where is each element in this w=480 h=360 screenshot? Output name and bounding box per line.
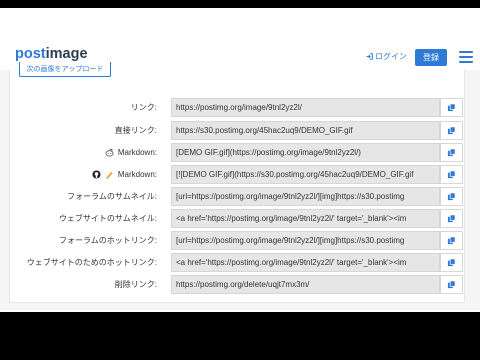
row-label: ウェブサイトのためのホットリンク: xyxy=(26,258,157,267)
markdown-reddit-field[interactable]: [DEMO GIF.gif](https://postimg.org/image… xyxy=(171,143,440,162)
row-label: 直接リンク: xyxy=(114,126,157,135)
copy-icon xyxy=(447,214,456,223)
copy-button[interactable] xyxy=(440,187,463,206)
bottom-black-bar xyxy=(0,312,480,360)
website-hotlink-field[interactable]: <a href='https://postimg.org/image/9tnl2… xyxy=(171,253,440,272)
row-label: フォーラムのサムネイル: xyxy=(67,192,157,201)
row-label: ウェブサイトのサムネイル: xyxy=(58,214,157,223)
logo[interactable]: postimage xyxy=(15,46,88,62)
copy-button[interactable] xyxy=(440,209,463,228)
copy-button[interactable] xyxy=(440,121,463,140)
markdown-github-row: Markdown: [![DEMO GIF.gif](https://s30.p… xyxy=(0,165,480,184)
copy-icon xyxy=(447,280,456,289)
copy-button[interactable] xyxy=(440,143,463,162)
copy-button[interactable] xyxy=(440,231,463,250)
copy-button[interactable] xyxy=(440,253,463,272)
register-button[interactable]: 登録 xyxy=(415,49,447,66)
website-thumbnail-row: ウェブサイトのサムネイル: <a href='https://postimg.o… xyxy=(0,209,480,228)
copy-button[interactable] xyxy=(440,165,463,184)
markdown-reddit-row: Markdown: [DEMO GIF.gif](https://postimg… xyxy=(0,143,480,162)
top-black-bar xyxy=(0,0,480,8)
hamburger-menu-icon[interactable] xyxy=(459,51,473,63)
forum-thumbnail-row: フォーラムのサムネイル: [url=https://postimg.org/im… xyxy=(0,187,480,206)
row-label: リンク: xyxy=(130,103,157,112)
copy-icon xyxy=(447,258,456,267)
link-row: リンク: https://postimg.org/image/9tnl2yz2l… xyxy=(0,98,480,117)
pen-icon xyxy=(106,171,113,179)
forum-hotlink-field[interactable]: [url=https://postimg.org/image/9tnl2yz2l… xyxy=(171,231,440,250)
row-label: フォーラムのホットリンク: xyxy=(59,236,157,245)
header xyxy=(0,8,480,46)
delete-link-row: 削除リンク: https://postimg.org/delete/uqjt7m… xyxy=(0,275,480,294)
logo-part2: image xyxy=(45,46,88,62)
forum-thumbnail-field[interactable]: [url=https://postimg.org/image/9tnl2yz2l… xyxy=(171,187,440,206)
login-label: ログイン xyxy=(375,52,407,61)
forum-hotlink-row: フォーラムのホットリンク: [url=https://postimg.org/i… xyxy=(0,231,480,250)
copy-icon xyxy=(447,148,456,157)
copy-icon xyxy=(447,170,456,179)
website-thumbnail-field[interactable]: <a href='https://postimg.org/image/9tnl2… xyxy=(171,209,440,228)
copy-button[interactable] xyxy=(440,98,463,117)
copy-icon xyxy=(447,192,456,201)
login-icon xyxy=(366,53,373,60)
copy-icon xyxy=(447,126,456,135)
row-label: Markdown: xyxy=(105,143,157,162)
row-label: Markdown: xyxy=(92,165,157,184)
link-field[interactable]: https://postimg.org/image/9tnl2yz2l/ xyxy=(171,98,440,117)
copy-button[interactable] xyxy=(440,275,463,294)
delete-link-field[interactable]: https://postimg.org/delete/uqjt7mx3m/ xyxy=(171,275,440,294)
markdown-github-field[interactable]: [![DEMO GIF.gif](https://s30.postimg.org… xyxy=(171,165,440,184)
login-link[interactable]: ログイン xyxy=(366,51,407,62)
github-icon xyxy=(92,170,101,179)
website-hotlink-row: ウェブサイトのためのホットリンク: <a href='https://posti… xyxy=(0,253,480,272)
copy-icon xyxy=(447,103,456,112)
logo-part1: post xyxy=(15,46,46,62)
reddit-icon xyxy=(105,148,114,157)
copy-icon xyxy=(447,236,456,245)
direct-link-row: 直接リンク: https://s30.postimg.org/45hac2uq9… xyxy=(0,121,480,140)
row-label: 削除リンク: xyxy=(114,280,157,289)
upload-more-button[interactable]: 次の画像をアップロード xyxy=(19,62,111,77)
screen: postimage ログイン 登録 次の画像をアップロード リンク: https… xyxy=(0,0,480,360)
direct-link-field[interactable]: https://s30.postimg.org/45hac2uq9/DEMO_G… xyxy=(171,121,440,140)
